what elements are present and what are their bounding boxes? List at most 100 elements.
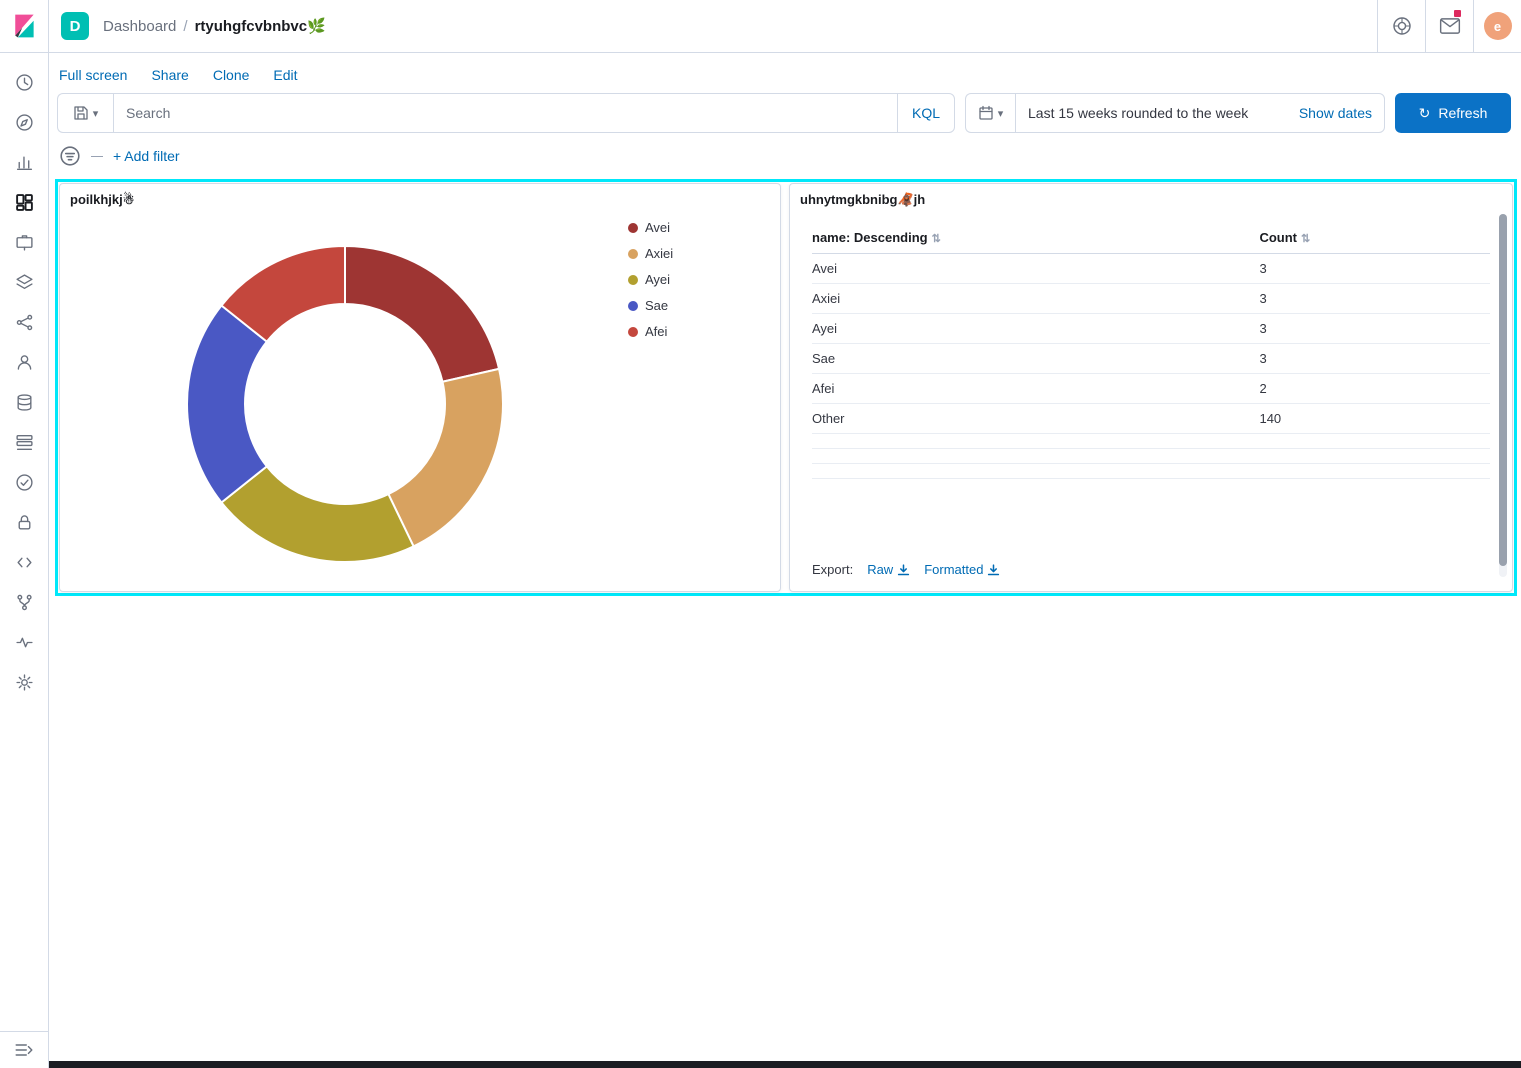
sidebar-item-fork[interactable] bbox=[7, 585, 41, 619]
chart-legend: Avei Axiei Ayei Sae Afei bbox=[628, 220, 673, 350]
sidebar-item-recently-viewed[interactable] bbox=[7, 65, 41, 99]
name-cell bbox=[812, 464, 1259, 479]
donut-slice-Axiei[interactable] bbox=[388, 369, 503, 547]
count-cell bbox=[1259, 464, 1490, 479]
stack-icon bbox=[15, 433, 34, 452]
table-row-empty bbox=[812, 464, 1490, 479]
legend-swatch bbox=[628, 249, 638, 259]
sidebar-item-security[interactable] bbox=[7, 505, 41, 539]
legend-item-Afei[interactable]: Afei bbox=[628, 324, 673, 339]
legend-label: Afei bbox=[645, 324, 667, 339]
collapse-menu-icon bbox=[14, 1040, 34, 1060]
kibana-logo[interactable] bbox=[0, 0, 49, 52]
user-menu-button[interactable]: e bbox=[1473, 0, 1521, 52]
sidebar-item-stack[interactable] bbox=[7, 425, 41, 459]
legend-swatch bbox=[628, 275, 638, 285]
legend-swatch bbox=[628, 327, 638, 337]
notification-badge bbox=[1453, 9, 1462, 18]
sidebar-item-monitoring[interactable] bbox=[7, 625, 41, 659]
legend-item-Avei[interactable]: Avei bbox=[628, 220, 673, 235]
show-dates-link[interactable]: Show dates bbox=[1299, 105, 1372, 121]
column-header-count[interactable]: Count⇅ bbox=[1259, 222, 1490, 254]
data-table-panel: uhnytmgkbnibg🦧jh name: Descending⇅ Count… bbox=[789, 183, 1513, 592]
chevron-down-icon: ▾ bbox=[998, 107, 1004, 120]
chevron-down-icon: ▾ bbox=[93, 107, 99, 120]
panel-title: poilkhjkj☃ bbox=[60, 184, 780, 208]
donut-slice-Sae[interactable] bbox=[187, 305, 267, 502]
filter-icon[interactable] bbox=[59, 145, 81, 167]
sort-icon[interactable]: ⇅ bbox=[932, 233, 941, 245]
edit-link[interactable]: Edit bbox=[273, 67, 297, 83]
calendar-icon bbox=[978, 105, 994, 121]
save-icon bbox=[73, 105, 89, 121]
sidebar-item-dev-tools[interactable] bbox=[7, 545, 41, 579]
space-badge[interactable]: D bbox=[61, 12, 89, 40]
maps-icon bbox=[15, 273, 34, 292]
dev-tools-icon bbox=[15, 553, 34, 572]
name-cell: Avei bbox=[812, 254, 1259, 284]
mail-icon bbox=[1439, 16, 1461, 36]
name-cell: Axiei bbox=[812, 284, 1259, 314]
table-row-empty bbox=[812, 434, 1490, 449]
user-avatar: e bbox=[1484, 12, 1512, 40]
sidebar-item-machine-learning[interactable] bbox=[7, 305, 41, 339]
help-button[interactable] bbox=[1377, 0, 1425, 52]
users-icon bbox=[15, 353, 34, 372]
dashboard-selection-region[interactable]: poilkhjkj☃ AveiAxieiAyeiSaeAfei uhnytmgk… bbox=[55, 179, 1517, 596]
sidebar-item-canvas[interactable] bbox=[7, 225, 41, 259]
notifications-button[interactable] bbox=[1425, 0, 1473, 52]
legend-item-Ayei[interactable]: Ayei bbox=[628, 272, 673, 287]
date-picker-menu-button[interactable]: ▾ bbox=[965, 93, 1015, 133]
saved-query-menu-button[interactable]: ▾ bbox=[57, 93, 113, 133]
table-row-empty bbox=[812, 449, 1490, 464]
help-icon bbox=[1392, 16, 1412, 36]
table-row: Other140 bbox=[812, 404, 1490, 434]
sidebar-item-discover[interactable] bbox=[7, 105, 41, 139]
sidebar-item-storage[interactable] bbox=[7, 385, 41, 419]
name-cell: Afei bbox=[812, 374, 1259, 404]
visualize-icon bbox=[15, 153, 34, 172]
export-row: Export: Raw Formatted bbox=[812, 562, 1000, 577]
sort-icon[interactable]: ⇅ bbox=[1301, 233, 1310, 245]
table-row: Axiei3 bbox=[812, 284, 1490, 314]
refresh-button[interactable]: ↻ Refresh bbox=[1395, 93, 1511, 133]
clone-link[interactable]: Clone bbox=[213, 67, 250, 83]
sidebar-item-visualize[interactable] bbox=[7, 145, 41, 179]
sidebar-item-dashboard[interactable] bbox=[7, 185, 41, 219]
legend-label: Avei bbox=[645, 220, 670, 235]
download-icon bbox=[987, 564, 1000, 576]
time-range-text[interactable]: Last 15 weeks rounded to the week bbox=[1028, 105, 1291, 121]
export-formatted-link[interactable]: Formatted bbox=[924, 562, 1000, 577]
full-screen-link[interactable]: Full screen bbox=[59, 67, 127, 83]
export-raw-link[interactable]: Raw bbox=[867, 562, 910, 577]
donut-slice-Avei[interactable] bbox=[345, 246, 499, 382]
count-cell: 3 bbox=[1259, 314, 1490, 344]
sidebar-item-uptime[interactable] bbox=[7, 465, 41, 499]
collapse-menu-button[interactable] bbox=[0, 1031, 48, 1068]
count-cell: 2 bbox=[1259, 374, 1490, 404]
sidebar-item-users[interactable] bbox=[7, 345, 41, 379]
bottom-bar bbox=[49, 1061, 1521, 1068]
kql-button[interactable]: KQL bbox=[897, 94, 954, 132]
name-cell: Sae bbox=[812, 344, 1259, 374]
legend-item-Axiei[interactable]: Axiei bbox=[628, 246, 673, 261]
panel-title: uhnytmgkbnibg🦧jh bbox=[790, 184, 1512, 208]
name-cell bbox=[812, 449, 1259, 464]
sidebar-item-settings[interactable] bbox=[7, 665, 41, 699]
dashboard-toolbar: Full screen Share Clone Edit bbox=[49, 53, 1521, 83]
main-content: Full screen Share Clone Edit ▾ KQL ▾ bbox=[49, 53, 1521, 1068]
search-input[interactable] bbox=[114, 105, 897, 121]
sidebar-item-maps[interactable] bbox=[7, 265, 41, 299]
breadcrumb-dashboard[interactable]: Dashboard bbox=[103, 18, 176, 35]
scrollbar-thumb[interactable] bbox=[1499, 214, 1507, 566]
share-link[interactable]: Share bbox=[151, 67, 188, 83]
column-header-name[interactable]: name: Descending⇅ bbox=[812, 222, 1259, 254]
monitoring-icon bbox=[15, 633, 34, 652]
legend-item-Sae[interactable]: Sae bbox=[628, 298, 673, 313]
top-header: D Dashboard / rtyuhgfcvbnbvc🌿 e bbox=[0, 0, 1521, 53]
table-row: Sae3 bbox=[812, 344, 1490, 374]
add-filter-link[interactable]: + Add filter bbox=[113, 148, 180, 164]
name-cell: Ayei bbox=[812, 314, 1259, 344]
dashboard-icon bbox=[15, 193, 34, 212]
count-cell: 3 bbox=[1259, 254, 1490, 284]
